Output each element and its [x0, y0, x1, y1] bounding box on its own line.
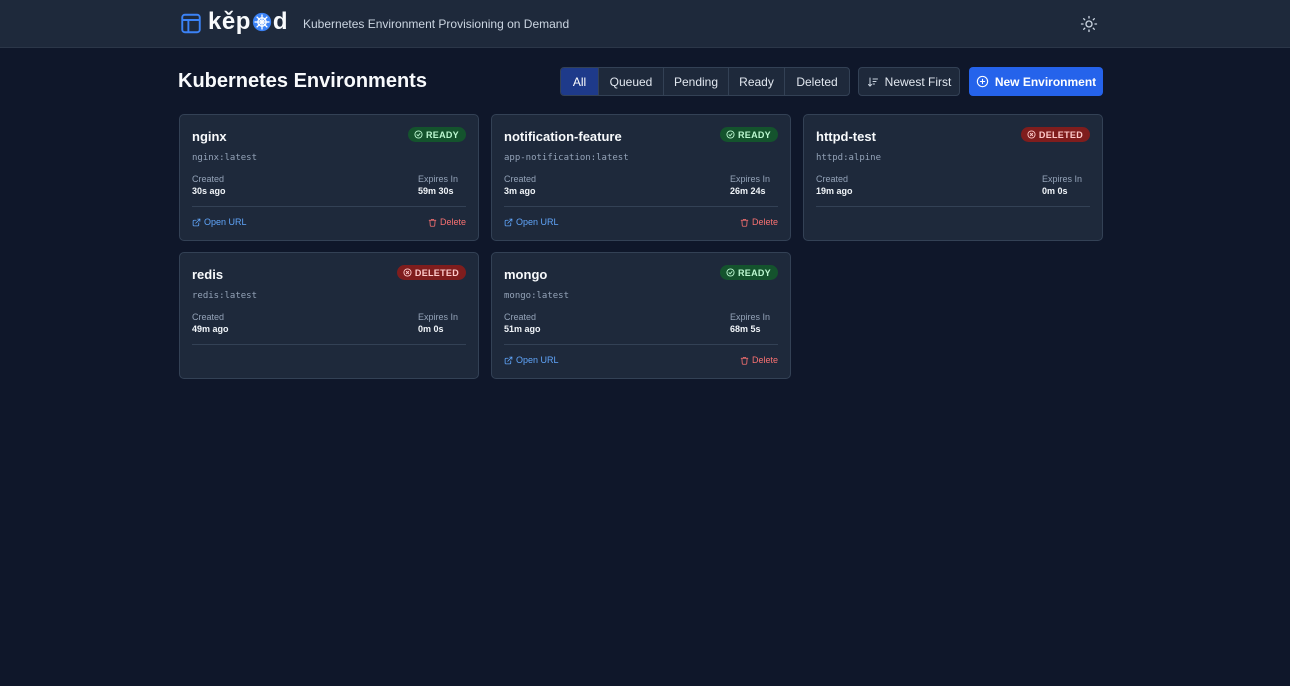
open-url-label: Open URL — [516, 217, 559, 227]
filter-all[interactable]: All — [561, 68, 599, 95]
environment-card: redis DELETED redis:latest Created 49m a… — [179, 252, 479, 379]
environment-image: redis:latest — [192, 291, 258, 301]
sort-label: Newest First — [884, 74, 952, 89]
external-link-icon — [504, 356, 513, 364]
created-label: Created — [504, 312, 537, 322]
expires-value: 68m 5s — [730, 324, 761, 334]
expires-value: 26m 24s — [730, 186, 766, 196]
trash-icon — [740, 356, 749, 365]
delete-label: Delete — [751, 355, 778, 365]
external-link-icon — [192, 218, 201, 226]
environment-name: notification-feature — [504, 129, 622, 144]
status-badge: READY — [407, 127, 466, 142]
delete-button[interactable]: Delete — [428, 217, 466, 227]
filter-deleted[interactable]: Deleted — [785, 68, 849, 95]
environment-name: mongo — [504, 267, 548, 282]
created-value: 3m ago — [504, 186, 536, 196]
environment-image: nginx:latest — [192, 153, 258, 163]
status-badge: READY — [719, 127, 778, 142]
status-text: DELETED — [414, 267, 459, 278]
status-text: READY — [737, 267, 771, 278]
environment-name: redis — [192, 267, 224, 282]
brand-suffix: d — [272, 8, 289, 35]
new-environment-button[interactable]: New Environment — [969, 67, 1103, 96]
trash-icon — [740, 218, 749, 227]
check-circle-icon — [726, 268, 735, 277]
open-url-link[interactable]: Open URL — [192, 217, 247, 227]
card-divider — [504, 344, 778, 345]
new-environment-label: New Environment — [994, 74, 1097, 89]
x-circle-icon — [1027, 130, 1036, 139]
tagline: Kubernetes Environment Provisioning on D… — [303, 17, 570, 31]
layout-panel-icon — [181, 13, 201, 34]
sort-button[interactable]: Newest First — [858, 67, 960, 96]
environment-card: notification-feature READY app-notificat… — [491, 114, 791, 241]
delete-label: Delete — [439, 217, 466, 227]
card-divider — [816, 206, 1090, 207]
environment-image: mongo:latest — [504, 291, 570, 301]
filter-pending[interactable]: Pending — [664, 68, 729, 95]
expires-label: Expires In — [418, 174, 459, 184]
filter-ready[interactable]: Ready — [729, 68, 785, 95]
status-text: READY — [425, 129, 459, 140]
environment-name: httpd-test — [816, 129, 876, 144]
status-badge: READY — [719, 265, 778, 280]
open-url-link[interactable]: Open URL — [504, 355, 559, 365]
open-url-link[interactable]: Open URL — [504, 217, 559, 227]
environment-card: httpd-test DELETED httpd:alpine Created … — [803, 114, 1103, 241]
expires-label: Expires In — [418, 312, 459, 322]
check-circle-icon — [414, 130, 423, 139]
created-label: Created — [192, 174, 225, 184]
status-text: READY — [737, 129, 771, 140]
expires-label: Expires In — [730, 174, 771, 184]
created-value: 51m ago — [504, 324, 541, 334]
created-value: 49m ago — [192, 324, 229, 334]
top-bar: kěp d Kubernetes Environment Provisionin… — [0, 0, 1290, 48]
environment-card: nginx READY nginx:latest Created 30s ago… — [179, 114, 479, 241]
helm-wheel-icon — [252, 12, 272, 32]
page-title: Kubernetes Environments — [178, 70, 427, 92]
brand-prefix: kěp — [208, 8, 251, 35]
environment-image: httpd:alpine — [816, 153, 882, 163]
sun-icon[interactable] — [1080, 15, 1098, 33]
filter-queued[interactable]: Queued — [599, 68, 664, 95]
expires-value: 0m 0s — [1042, 186, 1068, 196]
external-link-icon — [504, 218, 513, 226]
card-divider — [192, 344, 466, 345]
open-url-label: Open URL — [204, 217, 247, 227]
status-badge: DELETED — [396, 265, 466, 280]
card-divider — [192, 206, 466, 207]
check-circle-icon — [726, 130, 735, 139]
created-value: 30s ago — [192, 186, 226, 196]
status-text: DELETED — [1038, 129, 1083, 140]
expires-value: 0m 0s — [418, 324, 444, 334]
sort-descending-icon — [867, 77, 878, 87]
created-label: Created — [504, 174, 537, 184]
brand-logo[interactable]: kěp d — [208, 8, 288, 36]
expires-label: Expires In — [1042, 174, 1083, 184]
plus-circle-icon — [976, 75, 988, 88]
delete-button[interactable]: Delete — [740, 355, 778, 365]
created-label: Created — [192, 312, 225, 322]
status-filter-group: All Queued Pending Ready Deleted — [560, 67, 850, 96]
expires-label: Expires In — [730, 312, 771, 322]
created-label: Created — [816, 174, 849, 184]
environment-card: mongo READY mongo:latest Created 51m ago… — [491, 252, 791, 379]
status-badge: DELETED — [1020, 127, 1090, 142]
delete-label: Delete — [751, 217, 778, 227]
trash-icon — [428, 218, 437, 227]
environment-image: app-notification:latest — [504, 153, 629, 163]
expires-value: 59m 30s — [418, 186, 454, 196]
x-circle-icon — [403, 268, 412, 277]
card-divider — [504, 206, 778, 207]
environment-name: nginx — [192, 129, 227, 144]
created-value: 19m ago — [816, 186, 853, 196]
delete-button[interactable]: Delete — [740, 217, 778, 227]
open-url-label: Open URL — [516, 355, 559, 365]
